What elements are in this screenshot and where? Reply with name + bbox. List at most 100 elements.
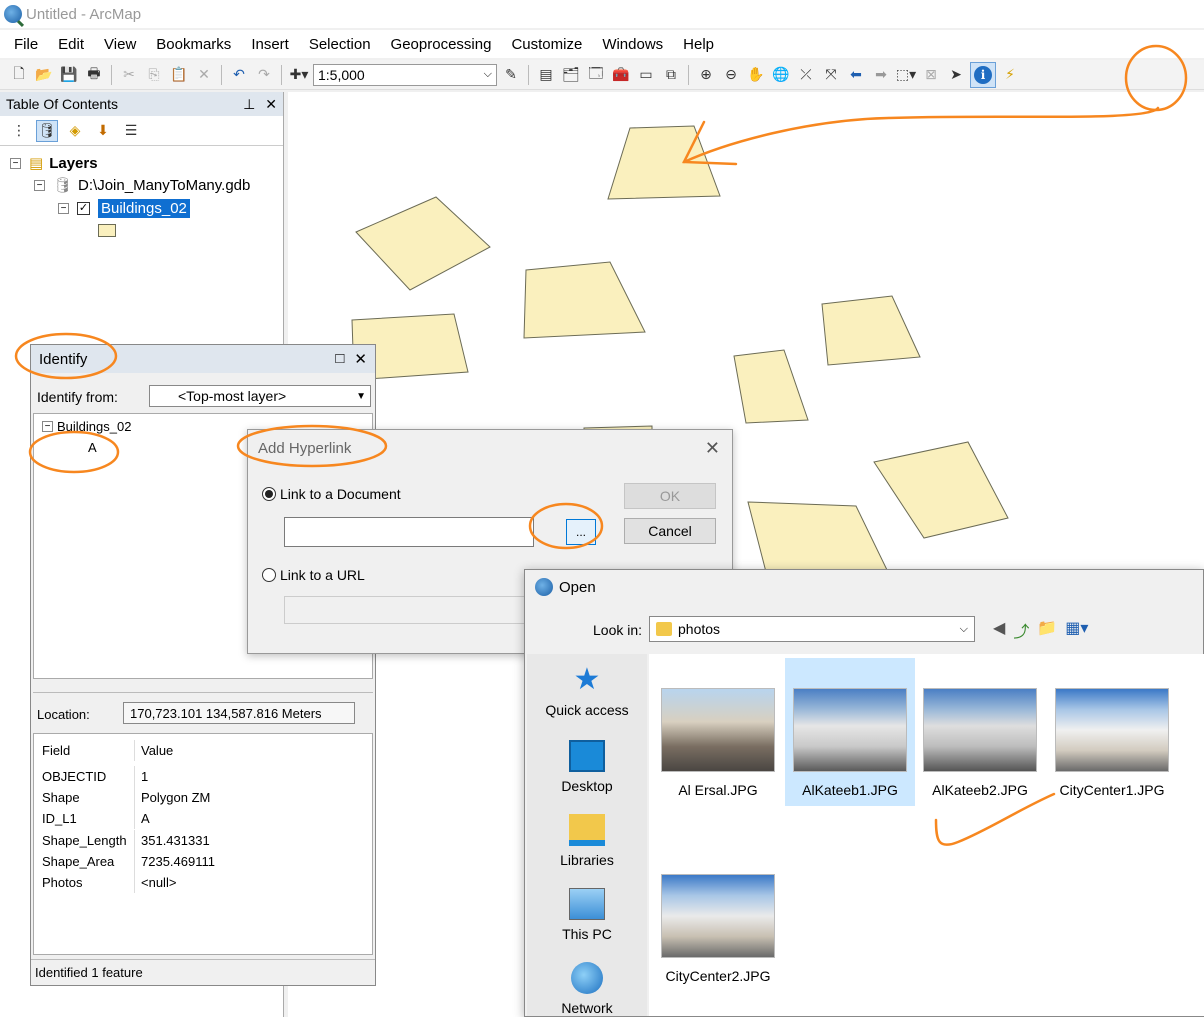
- close-icon[interactable]: ✕: [705, 438, 720, 459]
- add-data-icon[interactable]: ✚▾: [288, 64, 310, 86]
- map-scale-dropdown[interactable]: 1:5,000 ⌵: [313, 63, 497, 86]
- location-value: 170,723.101 134,587.816 Meters: [130, 705, 322, 721]
- file-item-selected[interactable]: AlKateeb1.JPG: [791, 688, 909, 798]
- place-quick-access[interactable]: ★ Quick access: [527, 664, 647, 719]
- paste-icon[interactable]: 📋: [168, 64, 190, 86]
- menu-customize[interactable]: Customize: [501, 36, 592, 53]
- forward-arrow-icon[interactable]: ➡: [870, 64, 892, 86]
- cut-icon[interactable]: ✂: [118, 64, 140, 86]
- radio-url[interactable]: [262, 568, 276, 582]
- link-document-option[interactable]: Link to a Document: [262, 486, 401, 502]
- cancel-button[interactable]: Cancel: [624, 518, 716, 544]
- menu-edit[interactable]: Edit: [48, 36, 94, 53]
- collapse-icon[interactable]: −: [58, 203, 69, 214]
- panel-splitter[interactable]: [33, 681, 373, 693]
- collapse-icon[interactable]: −: [10, 157, 21, 169]
- menu-view[interactable]: View: [94, 36, 146, 53]
- redo-icon[interactable]: ↷: [253, 64, 275, 86]
- layers-stack-icon: ▤: [29, 155, 44, 172]
- file-item[interactable]: Al Ersal.JPG: [659, 688, 777, 798]
- file-item[interactable]: CityCenter1.JPG: [1053, 688, 1171, 798]
- look-in-dropdown[interactable]: photos ⌵: [649, 616, 975, 642]
- layer-visibility-checkbox[interactable]: ✓: [77, 202, 90, 215]
- building-polygon[interactable]: [821, 295, 921, 366]
- arctoolbox-icon[interactable]: 🧰: [610, 64, 632, 86]
- table-row[interactable]: ID_L1 A: [34, 808, 372, 829]
- full-extent-globe-icon[interactable]: 🌐: [770, 64, 792, 86]
- close-icon[interactable]: ✕: [265, 96, 277, 113]
- view-menu-icon[interactable]: ▦▾: [1065, 618, 1088, 642]
- building-polygon[interactable]: [733, 349, 809, 424]
- open-folder-icon[interactable]: 📂: [33, 64, 55, 86]
- building-polygon[interactable]: [355, 196, 491, 291]
- list-by-selection-icon[interactable]: ⬇: [92, 120, 114, 142]
- select-elements-arrow-icon[interactable]: ➤: [945, 64, 967, 86]
- location-field[interactable]: 170,723.101 134,587.816 Meters: [123, 702, 355, 724]
- print-icon[interactable]: 🖶: [83, 64, 105, 86]
- editor-toolbar-icon[interactable]: ✎: [500, 64, 522, 86]
- toc-database-row[interactable]: − 🛢 D:\Join_ManyToMany.gdb: [34, 176, 250, 194]
- pin-icon[interactable]: ⊥: [243, 96, 255, 113]
- menu-geoprocessing[interactable]: Geoprocessing: [381, 36, 502, 53]
- fixed-zoom-in-icon[interactable]: ⤫: [795, 64, 817, 86]
- zoom-out-icon[interactable]: ⊖: [720, 64, 742, 86]
- back-arrow-icon[interactable]: ⬅: [845, 64, 867, 86]
- place-network[interactable]: Network: [527, 962, 647, 1016]
- catalog-icon[interactable]: 🗂: [560, 64, 582, 86]
- place-libraries[interactable]: Libraries: [527, 814, 647, 868]
- select-features-icon[interactable]: ⬚▾: [895, 64, 917, 86]
- list-by-source-icon[interactable]: 🛢: [36, 119, 58, 142]
- table-row[interactable]: Shape Polygon ZM: [34, 787, 372, 808]
- document-path-input[interactable]: [284, 517, 534, 547]
- maximize-icon[interactable]: □: [335, 350, 344, 368]
- building-polygon[interactable]: [747, 501, 889, 573]
- place-this-pc[interactable]: This PC: [527, 888, 647, 942]
- zoom-in-icon[interactable]: ⊕: [695, 64, 717, 86]
- save-icon[interactable]: 💾: [58, 64, 80, 86]
- table-row[interactable]: Photos <null>: [34, 872, 372, 893]
- list-by-drawing-order-icon[interactable]: ⋮: [8, 120, 30, 142]
- table-row[interactable]: Shape_Length 351.431331: [34, 830, 372, 851]
- toc-layers-group[interactable]: − ▤ Layers: [10, 154, 98, 172]
- clear-selection-icon[interactable]: ⊠: [920, 64, 942, 86]
- undo-icon[interactable]: ↶: [228, 64, 250, 86]
- building-polygon[interactable]: [873, 441, 1009, 539]
- python-window-icon[interactable]: ▭: [635, 64, 657, 86]
- file-item[interactable]: CityCenter2.JPG: [659, 874, 777, 984]
- table-window-icon[interactable]: ▤: [535, 64, 557, 86]
- identify-from-dropdown[interactable]: <Top-most layer> ▼: [149, 385, 371, 407]
- menu-windows[interactable]: Windows: [592, 36, 673, 53]
- search-window-icon[interactable]: 🗔: [585, 64, 607, 86]
- menu-help[interactable]: Help: [673, 36, 724, 53]
- building-polygon[interactable]: [523, 261, 646, 339]
- fixed-zoom-out-icon[interactable]: ⤧: [820, 64, 842, 86]
- collapse-icon[interactable]: −: [34, 179, 45, 191]
- hyperlink-lightning-icon[interactable]: ⚡: [999, 64, 1021, 86]
- pan-hand-icon[interactable]: ✋: [745, 64, 767, 86]
- radio-document[interactable]: [262, 487, 276, 501]
- layer-symbol-swatch[interactable]: [98, 224, 116, 237]
- menu-selection[interactable]: Selection: [299, 36, 381, 53]
- identify-tool-button[interactable]: i: [970, 61, 996, 88]
- menu-insert[interactable]: Insert: [241, 36, 299, 53]
- menu-bookmarks[interactable]: Bookmarks: [146, 36, 241, 53]
- link-url-option[interactable]: Link to a URL: [262, 567, 365, 583]
- layer-name[interactable]: Buildings_02: [98, 199, 190, 218]
- menu-file[interactable]: File: [4, 36, 48, 53]
- table-row[interactable]: OBJECTID 1: [34, 766, 372, 787]
- delete-icon[interactable]: ✕: [193, 64, 215, 86]
- copy-icon[interactable]: ⎘: [143, 64, 165, 86]
- close-icon[interactable]: ✕: [354, 350, 367, 368]
- place-desktop[interactable]: Desktop: [527, 740, 647, 794]
- toc-layer-row[interactable]: − ✓ Buildings_02: [58, 199, 190, 218]
- chevron-down-icon: ⌵: [483, 68, 492, 80]
- new-document-icon[interactable]: 🗋: [8, 64, 30, 86]
- back-icon[interactable]: ◀: [993, 618, 1005, 642]
- new-folder-icon[interactable]: 📁: [1037, 618, 1057, 642]
- table-row[interactable]: Shape_Area 7235.469111: [34, 851, 372, 872]
- options-icon[interactable]: ☰: [120, 120, 142, 142]
- up-folder-icon[interactable]: ⤴: [1013, 618, 1029, 642]
- list-by-visibility-icon[interactable]: ◈: [64, 120, 86, 142]
- ok-button[interactable]: OK: [624, 483, 716, 509]
- modelbuilder-icon[interactable]: ⧉: [660, 64, 682, 86]
